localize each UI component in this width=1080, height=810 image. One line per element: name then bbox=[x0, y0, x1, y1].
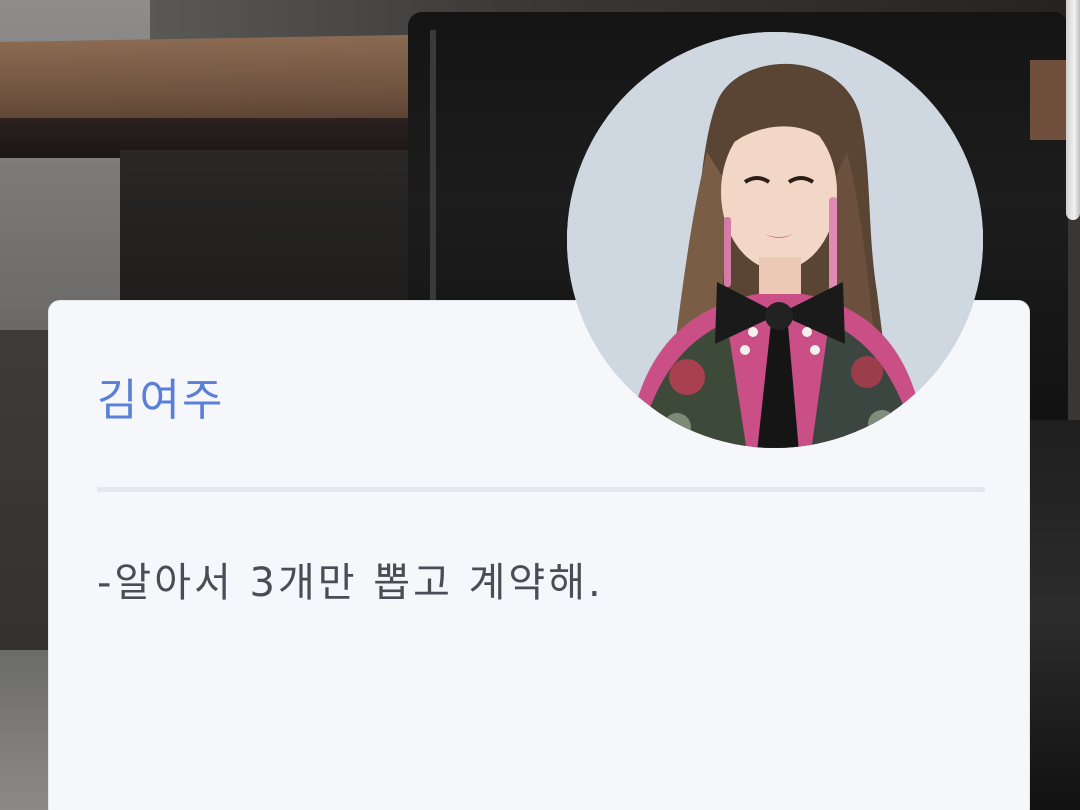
profile-photo-icon bbox=[567, 32, 983, 448]
profile-name: 김여주 bbox=[97, 375, 225, 426]
screen: 김여주 -알아서 3개만 뽑고 계약해. bbox=[0, 0, 1080, 810]
avatar[interactable] bbox=[567, 32, 983, 448]
profile-message: -알아서 3개만 뽑고 계약해. bbox=[97, 560, 604, 606]
divider bbox=[97, 487, 985, 492]
